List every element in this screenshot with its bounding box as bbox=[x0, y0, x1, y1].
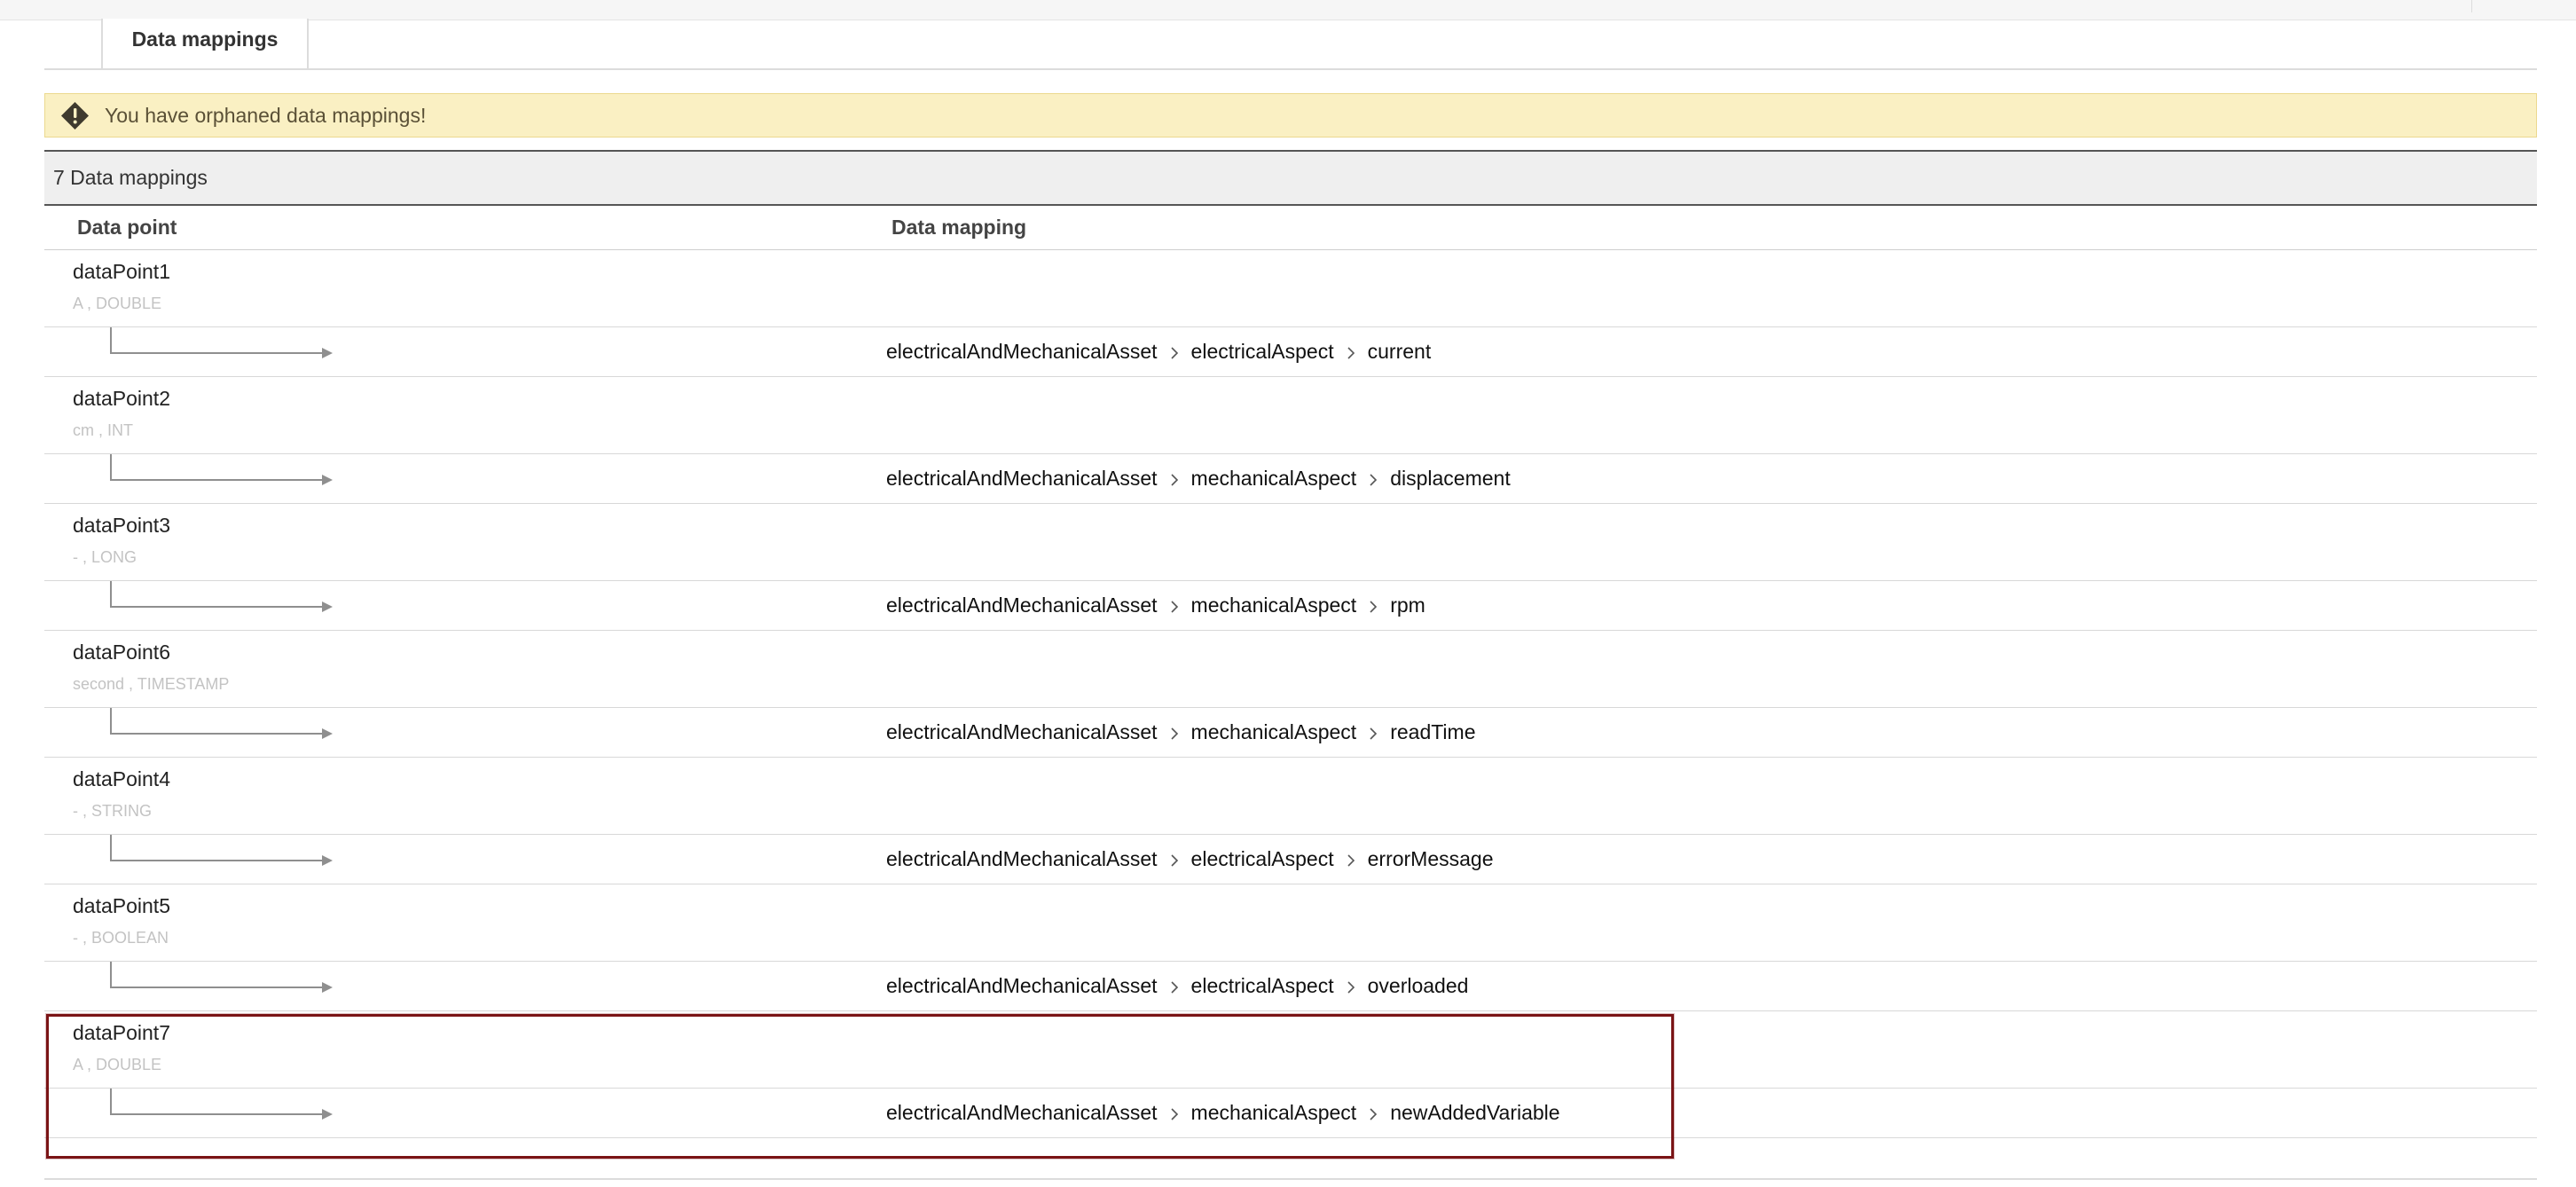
chevron-right-icon bbox=[1347, 347, 1355, 359]
breadcrumb-segment: electricalAspect bbox=[1190, 340, 1334, 363]
table-header: Data point Data mapping bbox=[44, 206, 2537, 250]
orphaned-mappings-warning: You have orphaned data mappings! bbox=[44, 93, 2537, 138]
tab-data-mappings[interactable]: Data mappings bbox=[101, 19, 309, 68]
breadcrumb-segment: newAddedVariable bbox=[1390, 1101, 1560, 1124]
warning-message: You have orphaned data mappings! bbox=[105, 104, 427, 127]
data-point-unit-type: cm , INT bbox=[73, 421, 133, 439]
data-mapping-row[interactable]: electricalAndMechanicalAsset mechanicalAs… bbox=[44, 708, 2537, 758]
breadcrumb-segment: electricalAndMechanicalAsset bbox=[886, 847, 1158, 870]
mappings-list: dataPoint1 A , DOUBLE electricalAndMechani… bbox=[44, 250, 2537, 1138]
data-point-unit-type: A , DOUBLE bbox=[73, 295, 162, 312]
data-point-unit-type: - , LONG bbox=[73, 548, 137, 566]
data-point-name: dataPoint3 bbox=[73, 514, 170, 537]
mapping-breadcrumb: electricalAndMechanicalAsset electricalAs… bbox=[886, 835, 1494, 883]
column-header-data-mapping: Data mapping bbox=[891, 216, 1027, 239]
data-point-unit-type: second , TIMESTAMP bbox=[73, 675, 230, 693]
chevron-right-icon bbox=[1170, 981, 1178, 994]
chevron-right-icon bbox=[1170, 601, 1178, 613]
mapping-breadcrumb: electricalAndMechanicalAsset electricalAs… bbox=[886, 962, 1468, 1010]
breadcrumb-segment: electricalAndMechanicalAsset bbox=[886, 594, 1158, 617]
data-point-row[interactable]: dataPoint3 - , LONG bbox=[44, 504, 2537, 581]
tab-strip: Data mappings bbox=[44, 19, 2537, 70]
breadcrumb-segment: readTime bbox=[1390, 720, 1476, 743]
data-point-row[interactable]: dataPoint2 cm , INT bbox=[44, 377, 2537, 454]
chevron-right-icon bbox=[1347, 981, 1355, 994]
breadcrumb-segment: electricalAndMechanicalAsset bbox=[886, 340, 1158, 363]
chevron-right-icon bbox=[1170, 854, 1178, 867]
data-mapping-row[interactable]: electricalAndMechanicalAsset mechanicalAs… bbox=[44, 581, 2537, 631]
data-point-row[interactable]: dataPoint5 - , BOOLEAN bbox=[44, 884, 2537, 962]
bottom-divider bbox=[44, 1178, 2537, 1180]
top-bar bbox=[0, 0, 2576, 20]
mapping-arrow-icon bbox=[110, 835, 333, 866]
chevron-right-icon bbox=[1370, 474, 1378, 486]
data-point-row[interactable]: dataPoint1 A , DOUBLE bbox=[44, 250, 2537, 327]
mapping-arrow-icon bbox=[110, 327, 333, 358]
breadcrumb-segment: mechanicalAspect bbox=[1190, 1101, 1357, 1124]
data-mapping-row[interactable]: electricalAndMechanicalAsset electricalAs… bbox=[44, 835, 2537, 884]
mapping-group: dataPoint2 cm , INT electricalAndMechanica… bbox=[44, 377, 2537, 504]
mapping-group: dataPoint7 A , DOUBLE electricalAndMechani… bbox=[44, 1011, 2537, 1138]
breadcrumb-segment: electricalAndMechanicalAsset bbox=[886, 720, 1158, 743]
mapping-breadcrumb: electricalAndMechanicalAsset electricalAs… bbox=[886, 327, 1431, 375]
data-point-row[interactable]: dataPoint4 - , STRING bbox=[44, 758, 2537, 835]
breadcrumb-segment: rpm bbox=[1390, 594, 1425, 617]
data-mapping-row[interactable]: electricalAndMechanicalAsset mechanicalAs… bbox=[44, 454, 2537, 504]
chevron-right-icon bbox=[1370, 601, 1378, 613]
chevron-right-icon bbox=[1370, 727, 1378, 740]
breadcrumb-segment: current bbox=[1367, 340, 1432, 363]
data-point-name: dataPoint5 bbox=[73, 894, 170, 917]
data-mapping-row[interactable]: electricalAndMechanicalAsset electricalAs… bbox=[44, 962, 2537, 1011]
breadcrumb-segment: errorMessage bbox=[1367, 847, 1494, 870]
chevron-right-icon bbox=[1170, 347, 1178, 359]
data-point-name: dataPoint1 bbox=[73, 260, 170, 283]
data-point-row[interactable]: dataPoint6 second , TIMESTAMP bbox=[44, 631, 2537, 708]
data-mapping-row[interactable]: electricalAndMechanicalAsset mechanicalAs… bbox=[44, 1089, 2537, 1138]
data-point-name: dataPoint2 bbox=[73, 387, 170, 410]
mapping-group: dataPoint1 A , DOUBLE electricalAndMechani… bbox=[44, 250, 2537, 377]
breadcrumb-segment: electricalAndMechanicalAsset bbox=[886, 1101, 1158, 1124]
mapping-arrow-icon bbox=[110, 962, 333, 993]
mapping-breadcrumb: electricalAndMechanicalAsset mechanicalAs… bbox=[886, 581, 1425, 629]
mapping-breadcrumb: electricalAndMechanicalAsset mechanicalAs… bbox=[886, 454, 1511, 502]
breadcrumb-segment: electricalAndMechanicalAsset bbox=[886, 974, 1158, 997]
breadcrumb-segment: electricalAndMechanicalAsset bbox=[886, 467, 1158, 490]
warning-icon bbox=[61, 102, 89, 130]
mapping-arrow-icon bbox=[110, 581, 333, 612]
data-point-unit-type: A , DOUBLE bbox=[73, 1056, 162, 1073]
chevron-right-icon bbox=[1170, 1108, 1178, 1120]
mapping-group: dataPoint3 - , LONG electricalAndMechanica… bbox=[44, 504, 2537, 631]
mappings-count: 7 Data mappings bbox=[53, 166, 208, 189]
mapping-arrow-icon bbox=[110, 1089, 333, 1120]
mapping-group: dataPoint5 - , BOOLEAN electricalAndMechan… bbox=[44, 884, 2537, 1011]
breadcrumb-segment: mechanicalAspect bbox=[1190, 467, 1357, 490]
breadcrumb-segment: displacement bbox=[1390, 467, 1511, 490]
column-header-data-point: Data point bbox=[77, 216, 177, 239]
data-point-name: dataPoint7 bbox=[73, 1021, 170, 1044]
mapping-group: dataPoint6 second , TIMESTAMP electricalAn… bbox=[44, 631, 2537, 758]
mapping-arrow-icon bbox=[110, 708, 333, 739]
mapping-breadcrumb: electricalAndMechanicalAsset mechanicalAs… bbox=[886, 708, 1476, 756]
data-point-name: dataPoint4 bbox=[73, 767, 170, 790]
data-point-unit-type: - , BOOLEAN bbox=[73, 929, 169, 947]
chevron-right-icon bbox=[1170, 474, 1178, 486]
breadcrumb-segment: mechanicalAspect bbox=[1190, 594, 1357, 617]
breadcrumb-segment: overloaded bbox=[1367, 974, 1469, 997]
mappings-count-bar: 7 Data mappings bbox=[44, 150, 2537, 206]
data-point-unit-type: - , STRING bbox=[73, 802, 152, 820]
breadcrumb-segment: electricalAspect bbox=[1190, 974, 1334, 997]
mapping-group: dataPoint4 - , STRING electricalAndMechani… bbox=[44, 758, 2537, 884]
breadcrumb-segment: electricalAspect bbox=[1190, 847, 1334, 870]
chevron-right-icon bbox=[1347, 854, 1355, 867]
top-bar-divider bbox=[2471, 0, 2472, 12]
data-mapping-row[interactable]: electricalAndMechanicalAsset electricalAs… bbox=[44, 327, 2537, 377]
chevron-right-icon bbox=[1370, 1108, 1378, 1120]
chevron-right-icon bbox=[1170, 727, 1178, 740]
data-point-name: dataPoint6 bbox=[73, 641, 170, 664]
mapping-arrow-icon bbox=[110, 454, 333, 485]
data-point-row[interactable]: dataPoint7 A , DOUBLE bbox=[44, 1011, 2537, 1089]
mapping-breadcrumb: electricalAndMechanicalAsset mechanicalAs… bbox=[886, 1089, 1560, 1136]
breadcrumb-segment: mechanicalAspect bbox=[1190, 720, 1357, 743]
